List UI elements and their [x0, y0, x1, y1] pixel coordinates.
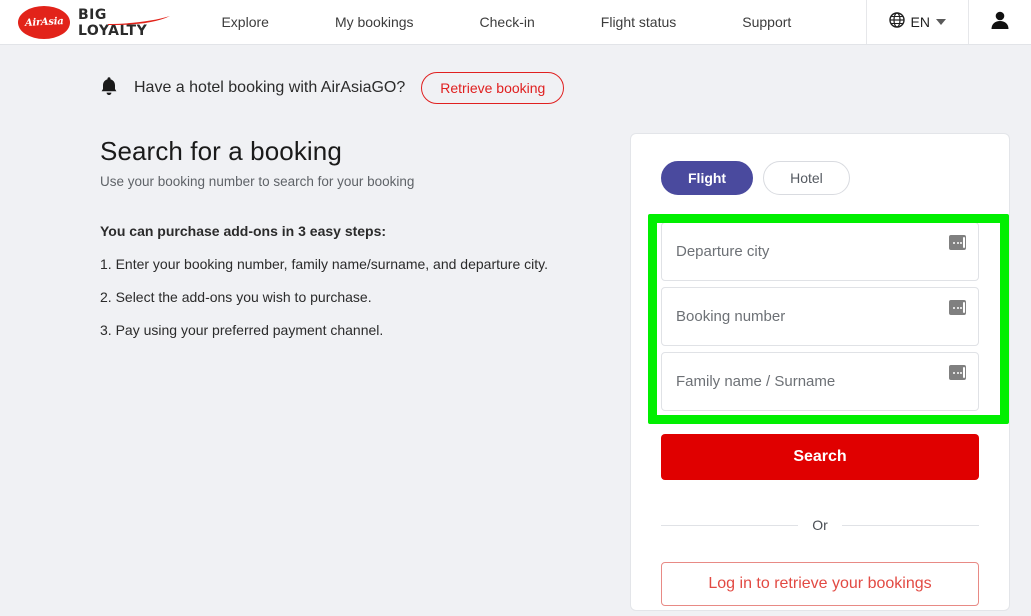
search-button[interactable]: Search — [661, 434, 979, 480]
departure-city-placeholder: Departure city — [676, 243, 770, 260]
tab-flight[interactable]: Flight — [661, 161, 754, 195]
tab-hotel[interactable]: Hotel — [763, 161, 850, 195]
booking-search-card: Flight Hotel Departure city Booking numb… — [630, 133, 1010, 611]
dot — [953, 241, 955, 244]
dot — [960, 241, 962, 244]
notice-text: Have a hotel booking with AirAsiaGO? — [134, 79, 406, 96]
dot — [960, 306, 962, 309]
booking-number-more-icon[interactable] — [949, 300, 966, 315]
step-item-3: 3. Pay using your preferred payment chan… — [100, 322, 384, 338]
account-button[interactable] — [969, 0, 1031, 44]
nav-item-my-bookings[interactable]: My bookings — [302, 14, 447, 30]
caret-bar — [963, 302, 965, 313]
dot — [953, 371, 955, 374]
nav-item-flight-status[interactable]: Flight status — [568, 14, 709, 30]
main-content: Search for a booking Use your booking nu… — [0, 133, 1031, 611]
departure-city-field[interactable]: Departure city — [661, 222, 979, 281]
divider-label: Or — [812, 517, 828, 533]
user-account-icon — [989, 9, 1011, 36]
brand-logo[interactable]: AirAsia BIG LOYALTY — [0, 0, 170, 44]
login-retrieve-bookings-button[interactable]: Log in to retrieve your bookings — [661, 562, 979, 606]
dot — [956, 371, 959, 374]
dot — [956, 241, 959, 244]
departure-city-more-icon[interactable] — [949, 235, 966, 250]
left-information-column: Search for a booking Use your booking nu… — [100, 133, 630, 611]
nav-item-support[interactable]: Support — [709, 14, 824, 30]
airasia-logo-text: AirAsia — [24, 15, 64, 29]
chevron-down-icon — [936, 19, 946, 25]
booking-type-tabs: Flight Hotel — [661, 161, 979, 195]
globe-icon — [888, 11, 905, 33]
page-title: Search for a booking — [100, 136, 342, 166]
main-navigation: Explore My bookings Check-in Flight stat… — [147, 0, 865, 44]
booking-number-placeholder: Booking number — [676, 308, 786, 325]
bell-icon — [100, 76, 118, 101]
caret-bar — [963, 367, 965, 378]
step-item-2: 2. Select the add-ons you wish to purcha… — [100, 289, 372, 305]
family-name-placeholder: Family name / Surname — [676, 373, 836, 390]
dot — [956, 306, 959, 309]
big-loyalty-wordmark: BIG LOYALTY — [78, 7, 170, 39]
search-fields-group: Departure city Booking number Family nam… — [661, 222, 979, 411]
retrieve-booking-button[interactable]: Retrieve booking — [421, 72, 565, 104]
family-name-field[interactable]: Family name / Surname — [661, 352, 979, 411]
nav-item-check-in[interactable]: Check-in — [447, 14, 568, 30]
or-divider: Or — [661, 517, 979, 533]
dot — [960, 371, 962, 374]
wordmark-line-loyalty: LOYALTY — [78, 22, 148, 39]
divider-line-right — [841, 524, 979, 526]
steps-heading: You can purchase add-ons in 3 easy steps… — [100, 223, 387, 239]
language-label: EN — [910, 14, 930, 30]
step-item-1: 1. Enter your booking number, family nam… — [100, 256, 548, 272]
language-selector[interactable]: EN — [865, 0, 969, 44]
booking-number-field[interactable]: Booking number — [661, 287, 979, 346]
airasia-logo-icon: AirAsia — [18, 5, 70, 39]
nav-item-explore[interactable]: Explore — [188, 14, 301, 30]
page-subtitle: Use your booking number to search for yo… — [100, 174, 415, 189]
dot — [953, 306, 955, 309]
hotel-booking-notice: Have a hotel booking with AirAsiaGO? Ret… — [0, 70, 1031, 106]
top-header: AirAsia BIG LOYALTY Explore My bookings … — [0, 0, 1031, 45]
logo-swoosh-icon — [108, 15, 170, 25]
divider-line-left — [661, 524, 799, 526]
caret-bar — [963, 237, 965, 248]
family-name-more-icon[interactable] — [949, 365, 966, 380]
